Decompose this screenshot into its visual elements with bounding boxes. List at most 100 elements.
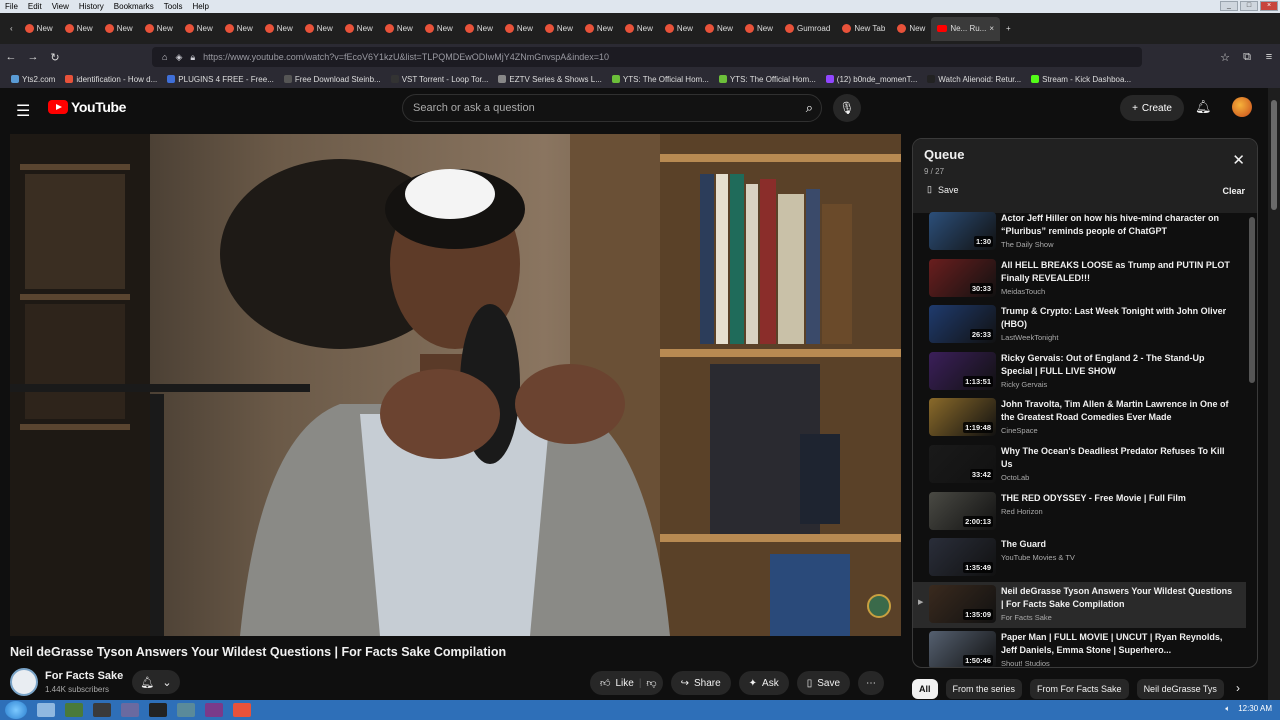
queue-item-title[interactable]: All HELL BREAKS LOOSE as Trump and PUTIN…: [1001, 259, 1236, 285]
browser-tab[interactable]: New: [219, 17, 259, 41]
queue-item[interactable]: 1:19:48 John Travolta, Tim Allen & Martin…: [913, 395, 1246, 442]
app-icon[interactable]: [149, 703, 167, 717]
forward-icon[interactable]: →: [22, 51, 44, 63]
bookmark-item[interactable]: YTS: The Official Hom...: [714, 75, 821, 84]
thumbs-down-icon[interactable]: 👎︎: [646, 677, 656, 689]
queue-item-title[interactable]: THE RED ODYSSEY - Free Movie | Full Film: [1001, 492, 1236, 505]
queue-item-title[interactable]: The Guard: [1001, 538, 1236, 551]
browser-tab[interactable]: New Tab: [836, 17, 891, 41]
browser-tab[interactable]: Gumroad: [779, 17, 836, 41]
queue-thumbnail[interactable]: 26:33: [929, 305, 996, 344]
queue-item[interactable]: 2:00:13 THE RED ODYSSEY - Free Movie | Fu…: [913, 489, 1246, 536]
browser-tab[interactable]: New: [179, 17, 219, 41]
app-icon[interactable]: [177, 703, 195, 717]
browser-tab[interactable]: New: [891, 17, 931, 41]
volume-icon[interactable]: 🔈︎: [1225, 704, 1230, 714]
menu-item[interactable]: Edit: [23, 2, 47, 11]
filter-chip[interactable]: From the series: [945, 679, 1023, 699]
browser-tab[interactable]: New: [59, 17, 99, 41]
browser-tab[interactable]: New: [619, 17, 659, 41]
notifications-bell-icon[interactable]: 🔔︎: [1195, 99, 1212, 115]
queue-item[interactable]: 30:33 All HELL BREAKS LOOSE as Trump and …: [913, 256, 1246, 303]
queue-thumbnail[interactable]: 2:00:13: [929, 491, 996, 530]
menu-item[interactable]: View: [47, 2, 74, 11]
browser-tab[interactable]: New: [379, 17, 419, 41]
clock[interactable]: 12:30 AM: [1238, 704, 1272, 714]
browser-tab-active[interactable]: Ne... Ru... ×: [931, 16, 1001, 41]
queue-thumbnail[interactable]: 33:42: [929, 444, 996, 483]
like-button[interactable]: 👍︎ Like | 👎︎: [590, 671, 663, 695]
queue-thumbnail[interactable]: 1:13:51: [929, 351, 996, 390]
browser-tab[interactable]: New: [99, 17, 139, 41]
queue-thumbnail[interactable]: 1:50:46: [929, 631, 996, 667]
browser-tab[interactable]: New: [539, 17, 579, 41]
bookmark-item[interactable]: YTS: The Official Hom...: [607, 75, 714, 84]
share-button[interactable]: ↪ Share: [670, 671, 731, 695]
app-icon[interactable]: [121, 703, 139, 717]
save-button[interactable]: ▯ Save: [796, 671, 851, 695]
bookmark-item[interactable]: VST Torrent - Loop Tor...: [386, 75, 494, 84]
menu-icon[interactable]: ≡: [1258, 51, 1280, 63]
minimize-button[interactable]: _: [1220, 1, 1238, 11]
queue-item-title[interactable]: Paper Man | FULL MOVIE | UNCUT | Ryan Re…: [1001, 631, 1236, 657]
new-tab-icon[interactable]: +: [1000, 17, 1017, 41]
browser-tab[interactable]: New: [419, 17, 459, 41]
reload-icon[interactable]: ↻: [44, 51, 66, 64]
video-player[interactable]: [10, 134, 901, 636]
queue-item[interactable]: 1:30 Actor Jeff Hiller on how his hive-mi…: [913, 209, 1246, 256]
channel-name[interactable]: For Facts Sake: [45, 670, 123, 682]
menu-item[interactable]: Help: [187, 2, 213, 11]
search-icon[interactable]: ⌕: [806, 100, 813, 116]
tab-scroll-left-icon[interactable]: ‹: [4, 17, 19, 41]
browser-tab[interactable]: New: [699, 17, 739, 41]
app-icon[interactable]: [65, 703, 83, 717]
bookmark-item[interactable]: Watch Alienoid: Retur...: [922, 75, 1026, 84]
menu-item[interactable]: Tools: [159, 2, 188, 11]
address-bar[interactable]: ⌂ ◈ 🔒︎ https://www.youtube.com/watch?v=f…: [152, 47, 1142, 67]
queue-thumbnail[interactable]: 1:30: [929, 212, 996, 250]
browser-tab[interactable]: New: [659, 17, 699, 41]
queue-item-title[interactable]: Ricky Gervais: Out of England 2 - The St…: [1001, 352, 1236, 378]
menu-item[interactable]: History: [74, 2, 109, 11]
filter-chip[interactable]: All: [912, 679, 938, 699]
queue-thumbnail[interactable]: 30:33: [929, 258, 996, 297]
queue-item[interactable]: 1:50:46 Paper Man | FULL MOVIE | UNCUT | …: [913, 628, 1246, 667]
youtube-logo[interactable]: YouTube: [48, 99, 126, 115]
search-placeholder[interactable]: Search or ask a question: [413, 102, 535, 114]
queue-thumbnail[interactable]: 1:35:09: [929, 584, 996, 623]
star-icon[interactable]: ☆: [1214, 51, 1236, 64]
ask-button[interactable]: ✦ Ask: [738, 671, 789, 695]
queue-clear-button[interactable]: Clear: [1222, 186, 1245, 196]
search-box[interactable]: Search or ask a question ⌕: [402, 94, 822, 122]
close-icon[interactable]: ✕: [1232, 151, 1245, 169]
subscription-bell-button[interactable]: 🔔︎ ⌄: [132, 670, 180, 694]
bookmark-item[interactable]: PLUGINS 4 FREE - Free...: [162, 75, 279, 84]
browser-tab[interactable]: New: [339, 17, 379, 41]
browser-tab[interactable]: New: [19, 17, 59, 41]
menu-item[interactable]: Bookmarks: [109, 2, 159, 11]
bookmark-item[interactable]: Stream - Kick Dashboa...: [1026, 75, 1136, 84]
avatar[interactable]: [1232, 97, 1252, 117]
more-actions-icon[interactable]: ⋯: [858, 671, 885, 695]
back-icon[interactable]: ←: [0, 51, 22, 63]
maximize-button[interactable]: □: [1240, 1, 1258, 11]
queue-thumbnail[interactable]: 1:35:49: [929, 538, 996, 577]
browser-tab[interactable]: New: [579, 17, 619, 41]
browser-tab[interactable]: New: [499, 17, 539, 41]
firefox-icon[interactable]: [233, 703, 251, 717]
microphone-icon[interactable]: 🎙︎: [833, 94, 861, 122]
create-button[interactable]: + Create: [1120, 95, 1184, 121]
queue-item[interactable]: ▶ 1:35:09 Neil deGrasse Tyson Answers Your…: [913, 581, 1246, 629]
browser-tab[interactable]: New: [459, 17, 499, 41]
bookmark-item[interactable]: Yts2.com: [6, 75, 60, 84]
app-icon[interactable]: [93, 703, 111, 717]
queue-item[interactable]: 1:13:51 Ricky Gervais: Out of England 2 -…: [913, 349, 1246, 396]
queue-item-title[interactable]: John Travolta, Tim Allen & Martin Lawren…: [1001, 398, 1236, 424]
queue-save-button[interactable]: ▯ Save: [927, 184, 958, 195]
queue-item-title[interactable]: Trump & Crypto: Last Week Tonight with J…: [1001, 305, 1236, 331]
queue-item-title[interactable]: Neil deGrasse Tyson Answers Your Wildest…: [1001, 585, 1236, 611]
extensions-icon[interactable]: ⧉: [1236, 51, 1258, 64]
shield-icon[interactable]: ◈: [175, 52, 182, 63]
filter-chip[interactable]: From For Facts Sake: [1030, 679, 1129, 699]
browser-tab[interactable]: New: [299, 17, 339, 41]
